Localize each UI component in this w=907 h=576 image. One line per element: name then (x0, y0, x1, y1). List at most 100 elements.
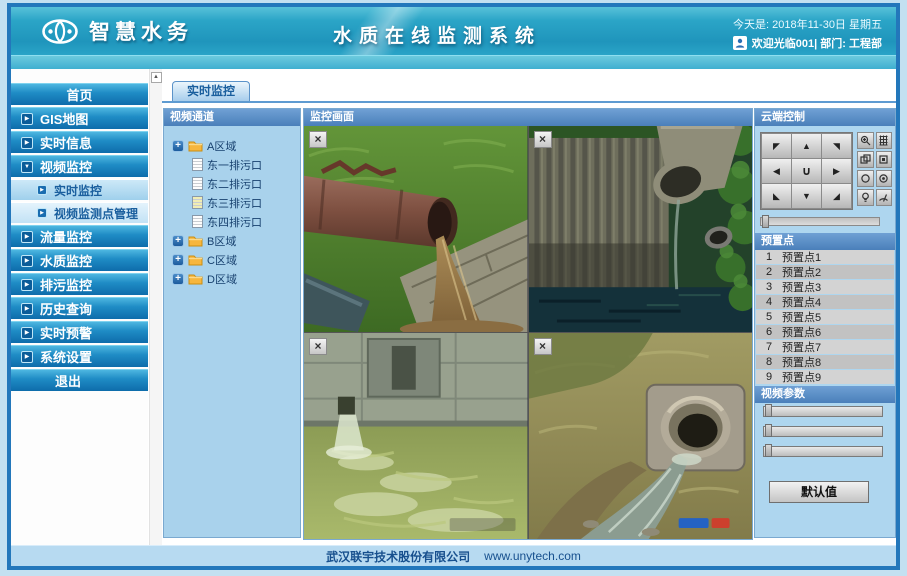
pan-up-button[interactable]: ▲ (792, 134, 821, 158)
tree-folder-area-c[interactable]: + C区域 (172, 250, 300, 269)
header-user-info: 欢迎光临001| 部门: 工程部 (733, 35, 882, 51)
preset-label: 预置点3 (782, 279, 821, 295)
video-feed-3[interactable]: × (304, 333, 528, 539)
video-feed-4[interactable]: × (529, 333, 753, 539)
arrow-right-icon: ▶ (21, 327, 33, 339)
pan-right-button[interactable]: ▶ (822, 159, 851, 183)
slider-thumb[interactable] (765, 444, 772, 457)
tree-leaf-outlet-east3[interactable]: 东三排污口 (172, 193, 300, 212)
close-icon[interactable]: × (534, 338, 552, 355)
preset-label: 预置点8 (782, 354, 821, 370)
tree-node-label: 东三排污口 (207, 195, 262, 211)
sidebar-item-home[interactable]: 首页 (11, 83, 148, 105)
preset-label: 预置点4 (782, 294, 821, 310)
video-scene-sluice-green-water (304, 333, 528, 539)
preset-number: 2 (756, 266, 782, 278)
preset-number: 5 (756, 311, 782, 323)
preset-number: 8 (756, 356, 782, 368)
tab-underline (162, 101, 896, 103)
document-icon (192, 215, 203, 228)
preset-row-4[interactable]: 4预置点4 (756, 295, 894, 309)
pan-down-right-button[interactable]: ◢ (822, 184, 851, 208)
panel-title: 视频参数 (755, 386, 895, 403)
sidebar-item-logout[interactable]: 退出 (11, 369, 148, 391)
preset-row-8[interactable]: 8预置点8 (756, 355, 894, 369)
sidebar-item-label: 实时预警 (40, 323, 92, 342)
focus-far-button[interactable] (876, 151, 893, 168)
iris-close-button[interactable] (876, 170, 893, 187)
sidebar-item-realtime-info[interactable]: ▶ 实时信息 (11, 131, 148, 153)
video-param-slider-2[interactable] (763, 426, 883, 437)
tree-node-label: D区域 (207, 271, 237, 287)
preset-label: 预置点2 (782, 264, 821, 280)
focus-near-button[interactable] (857, 151, 874, 168)
tree-leaf-outlet-east4[interactable]: 东四排污口 (172, 212, 300, 231)
ptz-speed-slider[interactable] (760, 217, 880, 226)
light-button[interactable] (857, 189, 874, 206)
zoom-out-button[interactable] (876, 132, 893, 149)
slider-thumb[interactable] (765, 424, 772, 437)
footer-website-link[interactable]: www.unytech.com (484, 549, 581, 563)
tree-leaf-outlet-east1[interactable]: 东一排污口 (172, 155, 300, 174)
sidebar-item-realtime-warning[interactable]: ▶ 实时预警 (11, 321, 148, 343)
pan-up-left-button[interactable]: ◤ (762, 134, 791, 158)
wiper-button[interactable] (876, 189, 893, 206)
header-date: 今天是: 2018年11-30日 星期五 (733, 16, 882, 32)
close-icon[interactable]: × (309, 338, 327, 355)
close-icon[interactable]: × (534, 131, 552, 148)
preset-row-1[interactable]: 1预置点1 (756, 250, 894, 264)
tree-leaf-outlet-east2[interactable]: 东二排污口 (172, 174, 300, 193)
tree-expand-icon[interactable]: + (172, 273, 184, 285)
pan-up-right-button[interactable]: ◥ (822, 134, 851, 158)
pan-down-button[interactable]: ▼ (792, 184, 821, 208)
sidebar-item-history-query[interactable]: ▶ 历史查询 (11, 297, 148, 319)
video-feed-1[interactable]: × (304, 126, 528, 332)
sidebar-subitem-live-monitoring[interactable]: ▶ 实时监控 (11, 179, 148, 200)
sidebar-item-water-quality[interactable]: ▶ 水质监控 (11, 249, 148, 271)
preset-row-2[interactable]: 2预置点2 (756, 265, 894, 279)
iris-open-button[interactable] (857, 170, 874, 187)
tree-expand-icon[interactable]: + (172, 235, 184, 247)
sidebar-subitem-video-point-management[interactable]: ▶ 视频监测点管理 (11, 202, 148, 223)
panel-title: 云端控制 (755, 109, 895, 126)
close-icon[interactable]: × (309, 131, 327, 148)
tree-folder-area-d[interactable]: + D区域 (172, 269, 300, 288)
preset-row-3[interactable]: 3预置点3 (756, 280, 894, 294)
preset-row-5[interactable]: 5预置点5 (756, 310, 894, 324)
preset-row-6[interactable]: 6预置点6 (756, 325, 894, 339)
sidebar-item-system-settings[interactable]: ▶ 系统设置 (11, 345, 148, 367)
video-param-slider-1[interactable] (763, 406, 883, 417)
sidebar-scrollbar[interactable]: ▲ (149, 69, 162, 545)
video-feed-2[interactable]: × (529, 126, 753, 332)
zoom-in-button[interactable] (857, 132, 874, 149)
slider-thumb[interactable] (765, 404, 772, 417)
slider-thumb[interactable] (762, 215, 769, 228)
pan-down-left-button[interactable]: ◣ (762, 184, 791, 208)
preset-row-9[interactable]: 9预置点9 (756, 370, 894, 384)
preset-number: 6 (756, 326, 782, 338)
pan-left-button[interactable]: ◀ (762, 159, 791, 183)
sidebar-item-video-monitoring[interactable]: ▼ 视频监控 (11, 155, 148, 177)
arrow-down-icon: ▼ (21, 161, 33, 173)
tree-node-label: 东四排污口 (207, 214, 262, 230)
video-watermark-logo (678, 518, 729, 528)
default-value-button[interactable]: 默认值 (769, 481, 869, 503)
sidebar-item-gis-map[interactable]: ▶ GIS地图 (11, 107, 148, 129)
sidebar-item-label: 水质监控 (40, 251, 92, 270)
auto-scan-button[interactable]: ∪ (792, 159, 821, 183)
sidebar-item-flow-monitoring[interactable]: ▶ 流量监控 (11, 225, 148, 247)
video-channel-panel: 视频通道 + A区域 东一排污口 东二排污口 东三排污口 (163, 108, 301, 538)
video-param-slider-3[interactable] (763, 446, 883, 457)
logo: 智慧水务 (41, 16, 193, 46)
tree-expand-icon[interactable]: + (172, 254, 184, 266)
tree-folder-area-a[interactable]: + A区域 (172, 136, 300, 155)
control-panel: 云端控制 ◤ ▲ ◥ ◀ ∪ ▶ ◣ ▼ ◢ (754, 108, 896, 538)
tab-live-monitoring[interactable]: 实时监控 (172, 81, 250, 101)
sidebar-item-discharge-monitoring[interactable]: ▶ 排污监控 (11, 273, 148, 295)
preset-row-7[interactable]: 7预置点7 (756, 340, 894, 354)
tree-folder-area-b[interactable]: + B区域 (172, 231, 300, 250)
arrow-right-icon: ▶ (21, 137, 33, 149)
tree-node-label: B区域 (207, 233, 236, 249)
scroll-up-arrow-icon[interactable]: ▲ (151, 72, 162, 83)
tree-expand-icon[interactable]: + (172, 140, 184, 152)
